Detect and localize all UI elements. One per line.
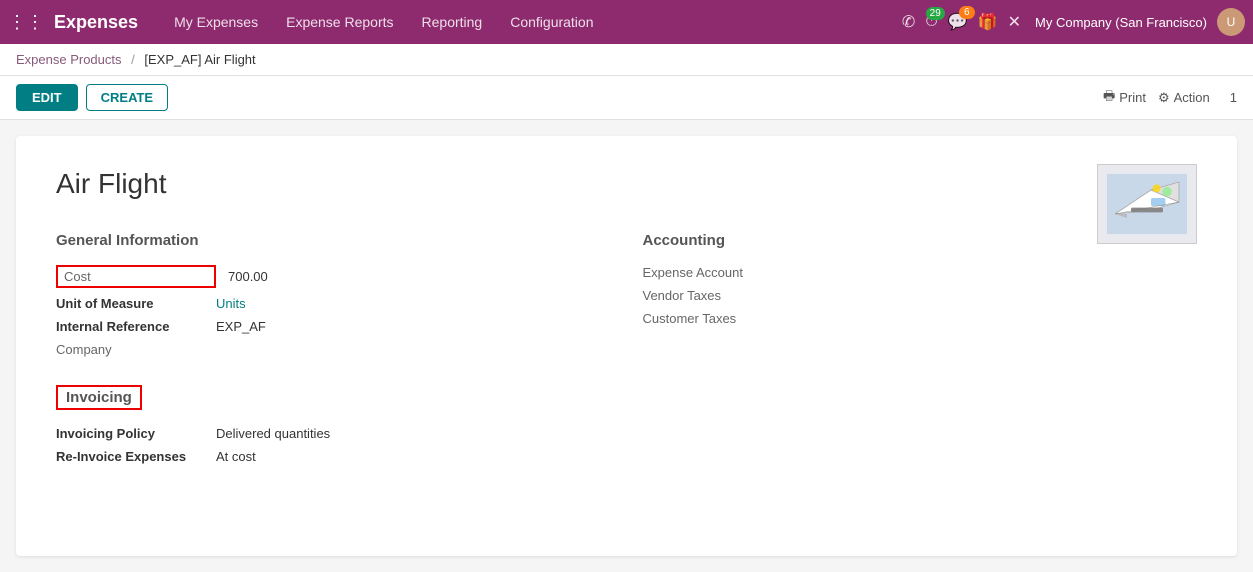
breadcrumb-separator: / (131, 52, 135, 67)
edit-button[interactable]: EDIT (16, 84, 78, 111)
grid-icon[interactable]: ⋮⋮ (8, 12, 44, 33)
customer-taxes-label: Customer Taxes (643, 311, 803, 326)
internal-reference-value: EXP_AF (216, 319, 266, 334)
breadcrumb-parent[interactable]: Expense Products (16, 52, 122, 67)
company-row: Company (56, 342, 611, 357)
main-content: Air Flight General Information (0, 120, 1253, 572)
topnav-right: ✆ ⏱ 29 💬 6 🎁 ✕ My Company (San Francisco… (902, 8, 1245, 36)
page-number: 1 (1230, 90, 1237, 105)
print-label: Print (1119, 90, 1146, 105)
company-name: My Company (San Francisco) (1035, 15, 1207, 30)
invoicing-policy-value: Delivered quantities (216, 426, 330, 441)
cost-row: Cost 700.00 (56, 265, 611, 288)
record-card: Air Flight General Information (16, 136, 1237, 556)
action-button[interactable]: ⚙ Action (1158, 90, 1210, 106)
menu-my-expenses[interactable]: My Expenses (162, 8, 270, 36)
unit-of-measure-row: Unit of Measure Units (56, 296, 611, 311)
general-info-heading: General Information (56, 232, 611, 249)
app-title: Expenses (54, 12, 138, 33)
close-icon[interactable]: ✕ (1008, 12, 1021, 32)
customer-taxes-row: Customer Taxes (643, 311, 1198, 326)
clock-icon[interactable]: ⏱ 29 (925, 13, 937, 31)
reinvoice-row: Re-Invoice Expenses At cost (56, 449, 611, 464)
vendor-taxes-row: Vendor Taxes (643, 288, 1198, 303)
unit-of-measure-label: Unit of Measure (56, 296, 216, 311)
product-image (1097, 164, 1197, 244)
menu-expense-reports[interactable]: Expense Reports (274, 8, 405, 36)
cost-value: 700.00 (228, 269, 268, 284)
toolbar-actions: 🖶 Print ⚙ Action (1103, 87, 1210, 109)
chat-icon[interactable]: 💬 6 (948, 12, 968, 32)
reinvoice-value: At cost (216, 449, 256, 464)
breadcrumb-current: [EXP_AF] Air Flight (144, 52, 255, 67)
user-avatar[interactable]: U (1217, 8, 1245, 36)
invoicing-heading: Invoicing (56, 385, 142, 410)
company-label: Company (56, 342, 216, 357)
sections-grid: General Information Cost 700.00 Unit of … (56, 232, 1197, 472)
chat-badge: 6 (959, 6, 975, 19)
toolbar: EDIT CREATE 🖶 Print ⚙ Action 1 (0, 76, 1253, 120)
breadcrumb: Expense Products / [EXP_AF] Air Flight (0, 44, 1253, 76)
gift-icon[interactable]: 🎁 (978, 12, 998, 32)
expense-account-row: Expense Account (643, 265, 1198, 280)
gear-icon: ⚙ (1158, 90, 1170, 106)
expense-account-label: Expense Account (643, 265, 803, 280)
accounting-section: Accounting Expense Account Vendor Taxes … (643, 232, 1198, 472)
print-button[interactable]: 🖶 Print (1103, 87, 1146, 109)
internal-reference-label: Internal Reference (56, 319, 216, 334)
main-menu: My Expenses Expense Reports Reporting Co… (162, 8, 902, 36)
general-info-section: General Information Cost 700.00 Unit of … (56, 232, 611, 472)
reinvoice-label: Re-Invoice Expenses (56, 449, 216, 464)
menu-configuration[interactable]: Configuration (498, 8, 605, 36)
top-navigation: ⋮⋮ Expenses My Expenses Expense Reports … (0, 0, 1253, 44)
record-title: Air Flight (56, 168, 1197, 200)
menu-reporting[interactable]: Reporting (410, 8, 495, 36)
cost-label: Cost (56, 265, 216, 288)
invoicing-policy-row: Invoicing Policy Delivered quantities (56, 426, 611, 441)
vendor-taxes-label: Vendor Taxes (643, 288, 803, 303)
internal-reference-row: Internal Reference EXP_AF (56, 319, 611, 334)
clock-badge: 29 (926, 7, 945, 20)
invoicing-section: Invoicing Invoicing Policy Delivered qua… (56, 385, 611, 464)
create-button[interactable]: CREATE (86, 84, 168, 111)
invoicing-policy-label: Invoicing Policy (56, 426, 216, 441)
phone-icon[interactable]: ✆ (902, 12, 915, 32)
unit-of-measure-value[interactable]: Units (216, 296, 246, 311)
action-label: Action (1174, 90, 1210, 105)
print-icon: 🖶 (1103, 87, 1115, 109)
